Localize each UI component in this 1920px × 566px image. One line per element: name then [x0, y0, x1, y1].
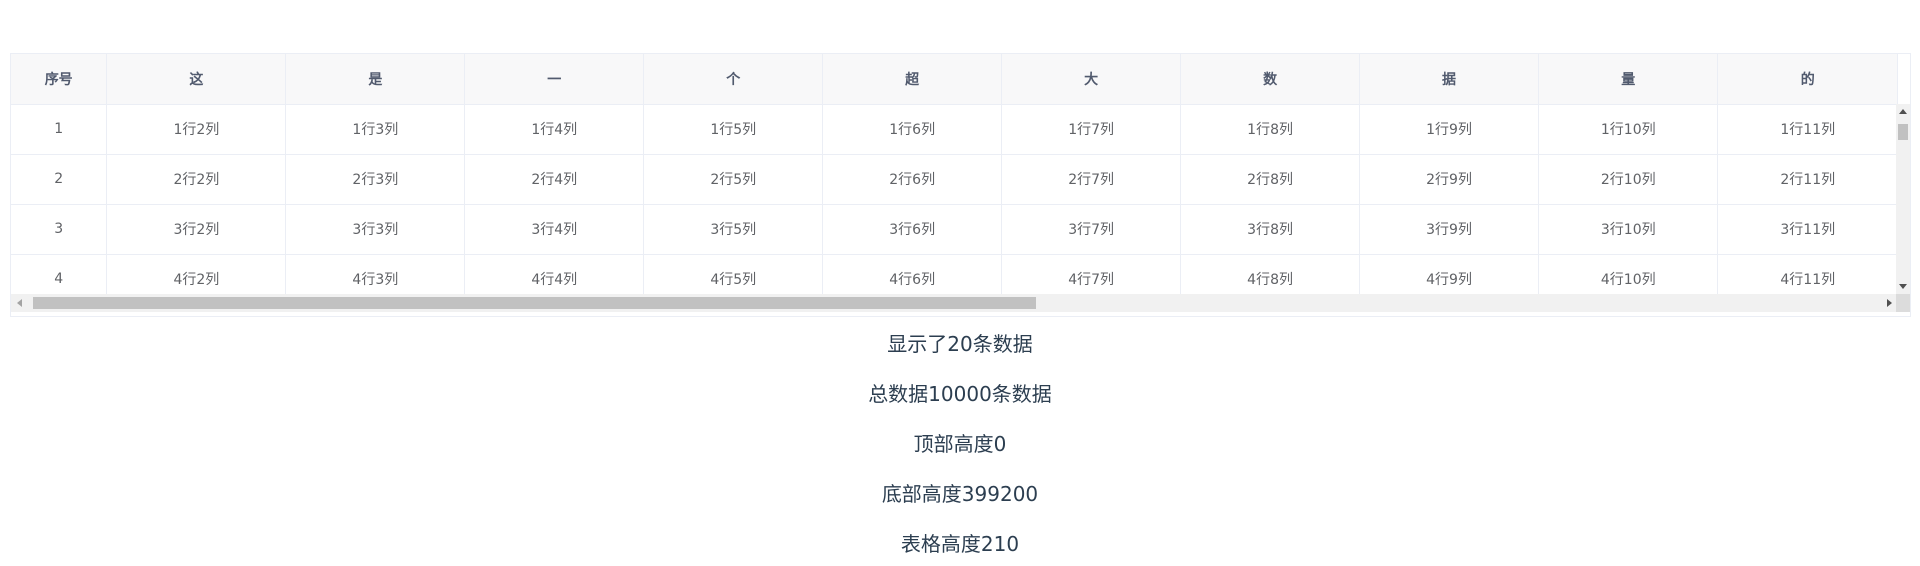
- table-cell: 3行7列: [1001, 204, 1182, 255]
- arrow-up-icon[interactable]: [1899, 109, 1907, 114]
- top-height-text: 顶部高度0: [913, 432, 1007, 456]
- table-cell: 3: [11, 204, 108, 255]
- column-header[interactable]: 数: [1180, 54, 1361, 105]
- table-cell: 1行4列: [464, 104, 645, 155]
- table-cell: 4行2列: [106, 254, 287, 294]
- table-cell: 4行6列: [822, 254, 1003, 294]
- table-cell: 1: [11, 104, 108, 155]
- column-header[interactable]: 序号: [11, 54, 108, 105]
- table-cell: 2: [11, 154, 108, 205]
- table-cell: 1行2列: [106, 104, 287, 155]
- table-cell: 3行6列: [822, 204, 1003, 255]
- table-cell: 1行9列: [1359, 104, 1540, 155]
- table-cell: 3行9列: [1359, 204, 1540, 255]
- table-cell: 4行4列: [464, 254, 645, 294]
- table-cell: 4行11列: [1717, 254, 1898, 294]
- table-cell: 3行8列: [1180, 204, 1361, 255]
- table-cell: 2行9列: [1359, 154, 1540, 205]
- column-header[interactable]: 个: [643, 54, 824, 105]
- column-header[interactable]: 这: [106, 54, 287, 105]
- arrow-down-icon[interactable]: [1899, 284, 1907, 289]
- vertical-scrollbar[interactable]: [1896, 104, 1910, 294]
- table-cell: 2行5列: [643, 154, 824, 205]
- table-cell: 1行6列: [822, 104, 1003, 155]
- table-cell: 3行11列: [1717, 204, 1898, 255]
- shown-count-text: 显示了20条数据: [887, 332, 1033, 356]
- arrow-right-icon[interactable]: [1887, 299, 1892, 307]
- total-count-text: 总数据10000条数据: [868, 382, 1052, 406]
- scrollbar-corner: [1896, 294, 1910, 312]
- table-cell: 2行10列: [1538, 154, 1719, 205]
- data-table: 序号 这 是 一 个 超 大 数 据 量 的 1 1行2列 1行3列 1行4列 …: [11, 54, 1898, 294]
- horizontal-scrollbar-thumb[interactable]: [33, 297, 1036, 309]
- bottom-height-text: 底部高度399200: [881, 482, 1039, 506]
- table-cell: 1行8列: [1180, 104, 1361, 155]
- table-cell: 3行4列: [464, 204, 645, 255]
- table-cell: 3行10列: [1538, 204, 1719, 255]
- table-cell: 2行11列: [1717, 154, 1898, 205]
- table-row[interactable]: 2 2行2列 2行3列 2行4列 2行5列 2行6列 2行7列 2行8列 2行9…: [11, 154, 1898, 205]
- table-cell: 2行7列: [1001, 154, 1182, 205]
- table-cell: 2行6列: [822, 154, 1003, 205]
- column-header[interactable]: 是: [285, 54, 466, 105]
- table-cell: 1行11列: [1717, 104, 1898, 155]
- table-cell: 3行3列: [285, 204, 466, 255]
- column-header[interactable]: 的: [1717, 54, 1898, 105]
- table-cell: 4行10列: [1538, 254, 1719, 294]
- table-row[interactable]: 4 4行2列 4行3列 4行4列 4行5列 4行6列 4行7列 4行8列 4行9…: [11, 254, 1898, 294]
- table-cell: 4行5列: [643, 254, 824, 294]
- table-height-text: 表格高度210: [900, 532, 1020, 556]
- table-header-row: 序号 这 是 一 个 超 大 数 据 量 的: [11, 54, 1898, 105]
- column-header[interactable]: 一: [464, 54, 645, 105]
- arrow-left-icon[interactable]: [17, 299, 22, 307]
- virtual-table: 序号 这 是 一 个 超 大 数 据 量 的 1 1行2列 1行3列 1行4列 …: [10, 53, 1911, 317]
- vertical-scrollbar-thumb[interactable]: [1898, 124, 1908, 140]
- column-header[interactable]: 量: [1538, 54, 1719, 105]
- horizontal-scrollbar[interactable]: [11, 294, 1898, 312]
- table-cell: 4行9列: [1359, 254, 1540, 294]
- table-viewport[interactable]: 序号 这 是 一 个 超 大 数 据 量 的 1 1行2列 1行3列 1行4列 …: [11, 54, 1898, 294]
- column-header[interactable]: 据: [1359, 54, 1540, 105]
- table-cell: 1行5列: [643, 104, 824, 155]
- table-cell: 2行2列: [106, 154, 287, 205]
- table-cell: 3行2列: [106, 204, 287, 255]
- table-row[interactable]: 3 3行2列 3行3列 3行4列 3行5列 3行6列 3行7列 3行8列 3行9…: [11, 204, 1898, 255]
- table-cell: 4: [11, 254, 108, 294]
- table-cell: 2行4列: [464, 154, 645, 205]
- table-cell: 4行8列: [1180, 254, 1361, 294]
- table-cell: 4行7列: [1001, 254, 1182, 294]
- table-cell: 4行3列: [285, 254, 466, 294]
- table-cell: 1行7列: [1001, 104, 1182, 155]
- table-row[interactable]: 1 1行2列 1行3列 1行4列 1行5列 1行6列 1行7列 1行8列 1行9…: [11, 104, 1898, 155]
- table-cell: 2行3列: [285, 154, 466, 205]
- column-header[interactable]: 超: [822, 54, 1003, 105]
- table-cell: 1行10列: [1538, 104, 1719, 155]
- table-cell: 3行5列: [643, 204, 824, 255]
- table-cell: 2行8列: [1180, 154, 1361, 205]
- table-cell: 1行3列: [285, 104, 466, 155]
- column-header[interactable]: 大: [1001, 54, 1182, 105]
